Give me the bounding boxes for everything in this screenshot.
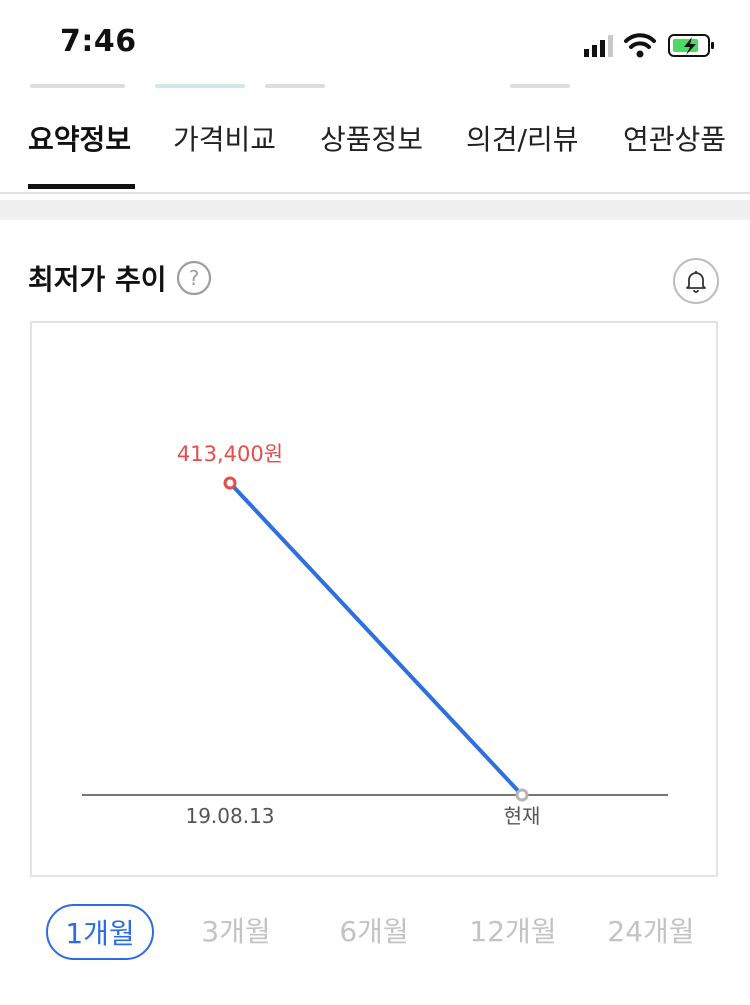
price-series-line [228, 481, 524, 797]
period-1-month[interactable]: 1개월 [46, 904, 154, 960]
question-circle-icon[interactable]: ? [176, 260, 212, 296]
tab-related-products[interactable]: 연관상품 [623, 118, 726, 158]
x-tick-label: 19.08.13 [185, 804, 274, 828]
period-3-months[interactable]: 3개월 [186, 904, 286, 960]
price-alert-button[interactable] [673, 258, 719, 304]
bell-icon [686, 271, 706, 293]
max-price-point [223, 476, 237, 490]
wifi-icon [624, 33, 656, 58]
period-24-months[interactable]: 24개월 [596, 904, 706, 960]
scrolled-content-peek [0, 78, 750, 92]
period-6-months[interactable]: 6개월 [324, 904, 424, 960]
section-divider [0, 200, 750, 220]
tab-bar: 요약정보 가격비교 상품정보 의견/리뷰 연관상품 [0, 100, 750, 194]
svg-text:?: ? [189, 266, 200, 290]
current-price-point [515, 788, 529, 802]
tab-price-compare[interactable]: 가격비교 [173, 118, 276, 158]
status-bar: 7:46 [0, 0, 750, 88]
status-icons [584, 33, 714, 58]
period-12-months[interactable]: 12개월 [458, 904, 568, 960]
section-title: 최저가 추이 [28, 263, 167, 296]
chart-svg: 413,400원 19.08.13 현재 [82, 442, 668, 828]
battery-icon [668, 34, 714, 57]
x-tick-label: 현재 [504, 804, 541, 828]
max-price-label: 413,400원 [177, 442, 283, 466]
tab-product-info[interactable]: 상품정보 [320, 118, 423, 158]
active-tab-indicator [28, 184, 135, 189]
price-trend-chart: 413,400원 19.08.13 현재 [30, 321, 718, 877]
period-selector: 1개월 3개월 6개월 12개월 24개월 [0, 900, 750, 964]
status-time: 7:46 [60, 24, 137, 59]
signal-icon [584, 35, 613, 57]
tab-reviews[interactable]: 의견/리뷰 [466, 118, 578, 158]
tab-summary[interactable]: 요약정보 [28, 118, 131, 158]
